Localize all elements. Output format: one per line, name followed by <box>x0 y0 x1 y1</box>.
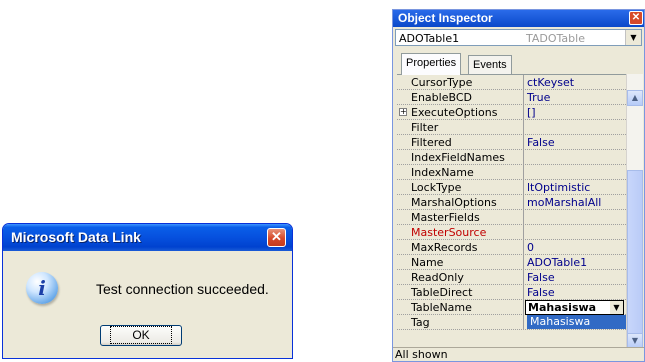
property-row[interactable]: LockType ltOptimistic <box>397 180 626 195</box>
column-divider <box>523 180 524 195</box>
ok-button-label: OK <box>110 326 172 344</box>
property-grid: CursorType ctKeyset EnableBCD True + ExecuteO… <box>397 74 629 350</box>
column-divider <box>523 255 524 270</box>
scroll-up-icon[interactable]: ▲ <box>627 90 643 106</box>
property-row[interactable]: EnableBCD True <box>397 90 626 105</box>
property-scrollbar[interactable]: ▲ ▼ <box>626 74 643 349</box>
column-divider <box>523 105 524 120</box>
column-divider <box>523 75 524 90</box>
object-selector[interactable]: ADOTable1 TADOTable ▼ <box>395 29 642 46</box>
property-name: MasterSource <box>411 226 487 239</box>
column-divider <box>523 165 524 180</box>
inspector-title-bar[interactable]: Object Inspector ✕ <box>393 10 644 27</box>
column-divider <box>523 120 524 135</box>
object-inspector: Object Inspector ✕ ADOTable1 TADOTable ▼… <box>392 9 645 362</box>
property-row[interactable]: TableDirect False <box>397 285 626 300</box>
expand-plus-icon[interactable]: + <box>399 108 407 116</box>
property-row[interactable]: MaxRecords 0 <box>397 240 626 255</box>
property-value[interactable]: False <box>527 271 555 284</box>
property-row[interactable]: MasterFields <box>397 210 626 225</box>
column-divider <box>523 210 524 225</box>
property-name: IndexFieldNames <box>411 151 505 164</box>
property-value[interactable]: moMarshalAll <box>527 196 601 209</box>
property-row[interactable]: IndexFieldNames <box>397 150 626 165</box>
property-name: MasterFields <box>411 211 480 224</box>
dropdown-option[interactable]: Mahasiswa <box>527 315 629 329</box>
object-type: TADOTable <box>526 32 585 45</box>
tab-properties[interactable]: Properties <box>401 53 462 75</box>
property-name: TableDirect <box>411 286 473 299</box>
tab-events[interactable]: Events <box>468 55 512 74</box>
property-row[interactable]: Filter <box>397 120 626 135</box>
property-name: EnableBCD <box>411 91 472 104</box>
column-divider <box>523 195 524 210</box>
property-row[interactable]: MasterSource <box>397 225 626 240</box>
property-row[interactable]: TableName Mahasiswa ▼ <box>397 300 626 315</box>
property-row[interactable]: MarshalOptions moMarshalAll <box>397 195 626 210</box>
property-name: TableName <box>411 301 472 314</box>
property-value[interactable]: ltOptimistic <box>527 181 590 194</box>
inspector-close-button[interactable]: ✕ <box>629 11 643 25</box>
property-value[interactable]: False <box>527 136 555 149</box>
property-name: ReadOnly <box>411 271 464 284</box>
property-row[interactable]: Tag Mahasiswa <box>397 315 629 330</box>
column-divider <box>523 315 524 330</box>
property-row[interactable]: Filtered False <box>397 135 626 150</box>
property-name: MaxRecords <box>411 241 478 254</box>
property-name: ExecuteOptions <box>411 106 498 119</box>
property-value: Mahasiswa <box>528 301 597 314</box>
dialog-close-button[interactable]: ✕ <box>267 228 286 247</box>
column-divider <box>523 135 524 150</box>
property-name: Filtered <box>411 136 452 149</box>
dialog-message: Test connection succeeded. <box>96 281 269 297</box>
table-name-editor[interactable]: Mahasiswa ▼ <box>525 300 624 315</box>
property-name: IndexName <box>411 166 474 179</box>
property-row[interactable]: ReadOnly False <box>397 270 626 285</box>
property-value[interactable]: 0 <box>527 241 534 254</box>
property-value[interactable]: False <box>527 286 555 299</box>
info-icon: i <box>26 272 58 304</box>
data-link-dialog: Microsoft Data Link ✕ i Test connection … <box>2 223 293 359</box>
inspector-title: Object Inspector <box>398 11 493 25</box>
property-name: LockType <box>411 181 462 194</box>
column-divider <box>523 150 524 165</box>
property-row[interactable]: Name ADOTable1 <box>397 255 626 270</box>
dialog-title: Microsoft Data Link <box>11 229 141 245</box>
property-row[interactable]: IndexName <box>397 165 626 180</box>
column-divider <box>523 225 524 240</box>
column-divider <box>523 90 524 105</box>
property-value[interactable]: True <box>527 91 550 104</box>
property-row[interactable]: + ExecuteOptions [] <box>397 105 626 120</box>
object-name: ADOTable1 <box>399 32 460 45</box>
property-name: Name <box>411 256 444 269</box>
property-name: Filter <box>411 121 439 134</box>
column-divider <box>523 300 524 315</box>
dialog-title-bar[interactable]: Microsoft Data Link ✕ <box>3 224 292 251</box>
ok-button[interactable]: OK <box>100 325 182 346</box>
status-bar: All shown <box>393 347 644 361</box>
property-value[interactable]: ADOTable1 <box>527 256 587 269</box>
property-value[interactable]: [] <box>527 106 536 119</box>
property-name: Tag <box>411 316 430 329</box>
chevron-down-icon[interactable]: ▼ <box>625 30 641 45</box>
chevron-down-icon[interactable]: ▼ <box>610 301 623 314</box>
column-divider <box>523 240 524 255</box>
column-divider <box>523 285 524 300</box>
scroll-thumb[interactable] <box>627 170 643 340</box>
column-divider <box>523 270 524 285</box>
property-value[interactable]: ctKeyset <box>527 76 574 89</box>
property-name: MarshalOptions <box>411 196 497 209</box>
property-name: CursorType <box>411 76 473 89</box>
property-row[interactable]: CursorType ctKeyset <box>397 75 626 90</box>
